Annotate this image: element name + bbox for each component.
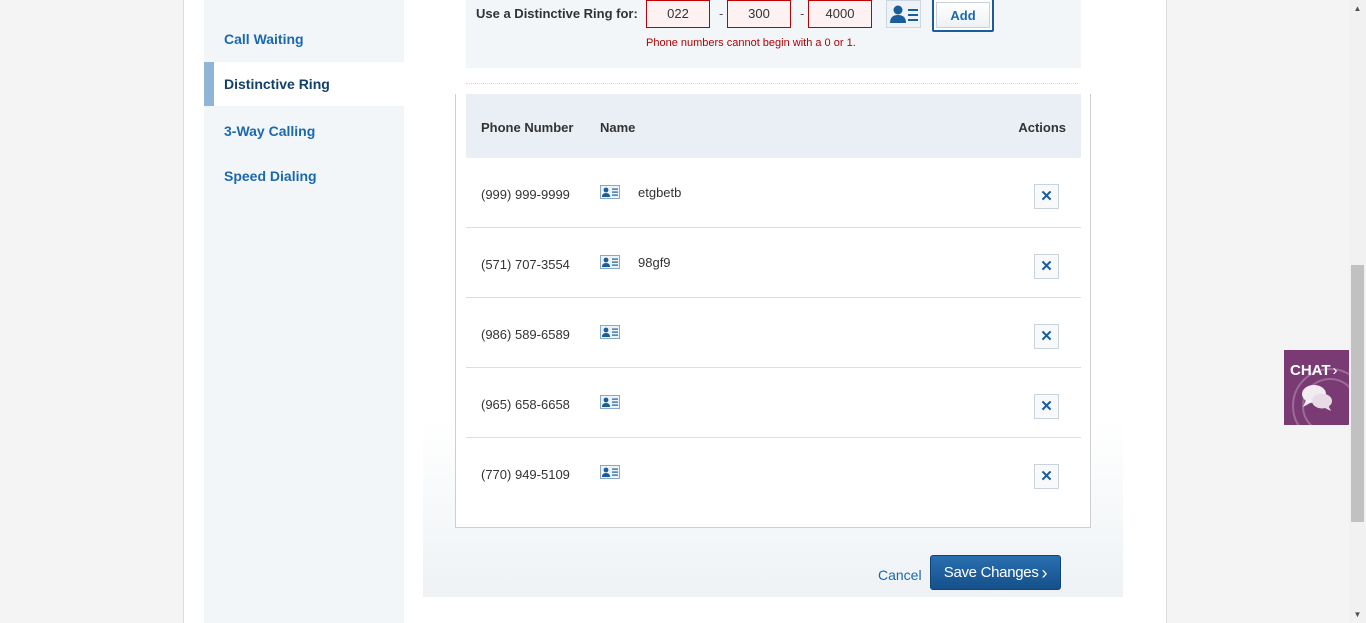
scroll-down-arrow-icon[interactable]: ▼ bbox=[1349, 606, 1366, 623]
contact-picker-button[interactable] bbox=[886, 0, 921, 28]
table-row: (999) 999-9999 etgbetb ✕ bbox=[466, 158, 1081, 228]
sidebar-item-label: Call Waiting bbox=[224, 31, 304, 47]
line-number-input[interactable]: 4000 bbox=[808, 0, 872, 28]
chevron-right-icon: › bbox=[1041, 562, 1048, 583]
table-row: (770) 949-5109 ✕ bbox=[466, 438, 1081, 508]
row-phone: (999) 999-9999 bbox=[481, 187, 570, 202]
sidebar-item-label: Speed Dialing bbox=[224, 168, 317, 184]
contact-card-icon bbox=[889, 5, 918, 23]
sidebar-item-label: Distinctive Ring bbox=[224, 76, 330, 92]
scroll-up-arrow-icon[interactable]: ▲ bbox=[1349, 0, 1366, 17]
delete-button[interactable]: ✕ bbox=[1034, 464, 1059, 489]
sidebar-item-call-waiting[interactable]: Call Waiting bbox=[204, 17, 404, 61]
delete-button[interactable]: ✕ bbox=[1034, 184, 1059, 209]
contact-card-icon[interactable] bbox=[600, 465, 620, 479]
chat-widget[interactable]: CHAT › bbox=[1284, 350, 1350, 425]
save-changes-button[interactable]: Save Changes › bbox=[930, 555, 1061, 590]
contact-card-icon[interactable] bbox=[600, 395, 620, 409]
delete-button[interactable]: ✕ bbox=[1034, 324, 1059, 349]
distinctive-ring-table: Phone Number Name Actions (999) 999-9999… bbox=[455, 94, 1091, 528]
close-icon: ✕ bbox=[1040, 468, 1053, 485]
table-row: (571) 707-3554 98gf9 ✕ bbox=[466, 228, 1081, 298]
distinctive-ring-form: Use a Distinctive Ring for: 022 - 300 - … bbox=[466, 0, 1081, 68]
phone-separator: - bbox=[800, 6, 805, 21]
contact-card-icon[interactable] bbox=[600, 325, 620, 339]
add-button-label: Add bbox=[936, 2, 990, 28]
scrollbar-thumb[interactable] bbox=[1351, 265, 1364, 522]
vertical-scrollbar[interactable]: ▲ ▼ bbox=[1349, 0, 1366, 623]
sidebar-item-label: 3-Way Calling bbox=[224, 123, 316, 139]
cancel-link[interactable]: Cancel bbox=[878, 567, 922, 583]
add-button[interactable]: Add bbox=[932, 0, 994, 32]
table-header: Phone Number Name Actions bbox=[466, 94, 1081, 158]
main-content: Use a Distinctive Ring for: 022 - 300 - … bbox=[423, 0, 1123, 597]
contact-card-icon[interactable] bbox=[600, 255, 620, 269]
phone-error-message: Phone numbers cannot begin with a 0 or 1… bbox=[646, 37, 856, 49]
page: Call Waiting Distinctive Ring 3-Way Call… bbox=[183, 0, 1167, 623]
ring-form-label: Use a Distinctive Ring for: bbox=[476, 6, 638, 21]
phone-separator: - bbox=[719, 6, 724, 21]
row-phone: (770) 949-5109 bbox=[481, 467, 570, 482]
contact-card-icon[interactable] bbox=[600, 185, 620, 199]
prefix-input[interactable]: 300 bbox=[727, 0, 791, 28]
chat-bubble-icon bbox=[1302, 385, 1332, 411]
row-name: etgbetb bbox=[638, 185, 682, 200]
close-icon: ✕ bbox=[1040, 328, 1053, 345]
close-icon: ✕ bbox=[1040, 258, 1053, 275]
sidebar-item-distinctive-ring[interactable]: Distinctive Ring bbox=[204, 62, 404, 106]
table-row: (986) 589-6589 ✕ bbox=[466, 298, 1081, 368]
row-phone: (986) 589-6589 bbox=[481, 327, 570, 342]
sidebar-item-speed-dialing[interactable]: Speed Dialing bbox=[204, 154, 404, 198]
column-header-phone: Phone Number bbox=[481, 120, 574, 135]
close-icon: ✕ bbox=[1040, 398, 1053, 415]
save-button-label: Save Changes bbox=[943, 564, 1039, 581]
row-phone: (571) 707-3554 bbox=[481, 257, 570, 272]
sidebar: Call Waiting Distinctive Ring 3-Way Call… bbox=[204, 0, 404, 623]
delete-button[interactable]: ✕ bbox=[1034, 254, 1059, 279]
row-name: 98gf9 bbox=[638, 255, 671, 270]
divider bbox=[466, 83, 1078, 84]
column-header-name: Name bbox=[600, 120, 636, 135]
sidebar-item-3-way-calling[interactable]: 3-Way Calling bbox=[204, 109, 404, 153]
chat-label: CHAT › bbox=[1290, 362, 1338, 379]
close-icon: ✕ bbox=[1040, 188, 1053, 205]
row-phone: (965) 658-6658 bbox=[481, 397, 570, 412]
table-row: (965) 658-6658 ✕ bbox=[466, 368, 1081, 438]
delete-button[interactable]: ✕ bbox=[1034, 394, 1059, 419]
column-header-actions: Actions bbox=[1018, 120, 1066, 135]
area-code-input[interactable]: 022 bbox=[646, 0, 710, 28]
sidebar-item-cutoff bbox=[204, 0, 404, 4]
